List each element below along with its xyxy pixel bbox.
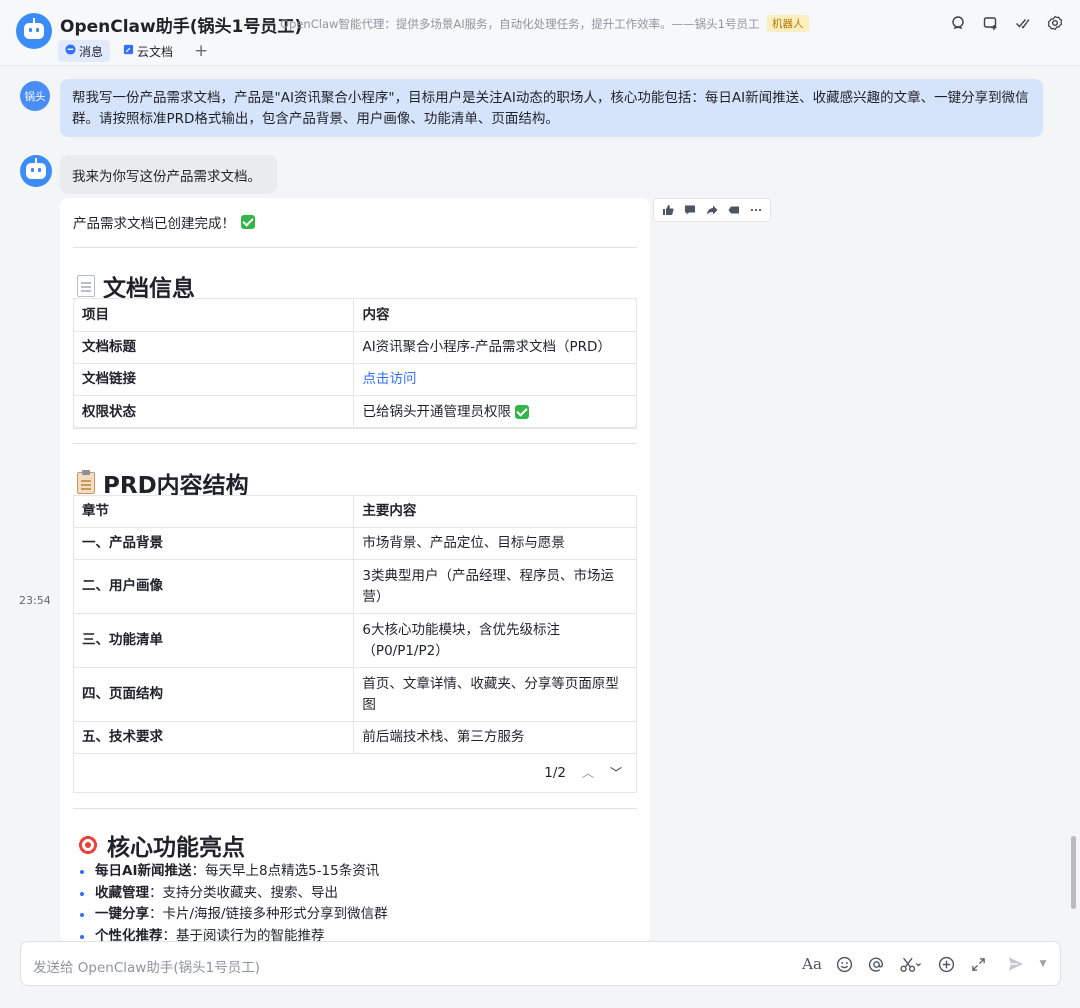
list-item: 一键分享：卡片/海报/链接多种形式分享到微信群 xyxy=(79,904,388,926)
table-cell-key: 文档链接 xyxy=(72,363,355,396)
target-icon xyxy=(77,834,99,856)
chevron-down-icon[interactable]: ﹀ xyxy=(610,764,622,781)
mention-icon[interactable] xyxy=(866,954,886,974)
highlights-heading-text: 核心功能亮点 xyxy=(107,835,245,861)
thumbs-up-icon[interactable] xyxy=(660,202,676,218)
chevron-down-icon[interactable]: ▼ xyxy=(1038,954,1048,974)
check-icon xyxy=(515,404,530,419)
divider xyxy=(73,247,637,248)
doc-info-table: 项目 内容 文档标题 AI资讯聚合小程序-产品需求文档（PRD） 文档链接 点击… xyxy=(72,298,637,429)
table-pager: 1/2 ︿ ﹀ xyxy=(73,753,637,793)
done-text: 产品需求文档已创建完成！ xyxy=(73,216,235,232)
highlights-list: 每日AI新闻推送：每天早上8点精选5-15条资讯 收藏管理：支持分类收藏夹、搜索… xyxy=(79,861,388,943)
search-icon[interactable] xyxy=(950,14,968,32)
robot-icon xyxy=(26,158,46,179)
table-header-cell: 项目 xyxy=(72,298,355,332)
doc-link[interactable]: 点击访问 xyxy=(362,371,416,387)
divider xyxy=(73,443,637,444)
table-row: 三、功能清单 6大核心功能模块，含优先级标注（P0/P1/P2） xyxy=(72,613,637,668)
permission-text: 已给锅头开通管理员权限 xyxy=(362,403,511,420)
table-header-cell: 章节 xyxy=(72,495,355,528)
bot-message-bubble: 我来为你写这份产品需求文档。 xyxy=(60,155,277,194)
expand-icon[interactable] xyxy=(968,954,988,974)
page-indicator: 1/2 xyxy=(544,764,566,781)
chat-header: OpenClaw助手(锅头1号员工) OpenClaw智能代理：提供多场景AI服… xyxy=(0,0,1080,66)
tab-docs[interactable]: 云文档 xyxy=(116,40,180,62)
table-cell-value: AI资讯聚合小程序-产品需求文档（PRD） xyxy=(353,331,637,364)
table-row: 二、用户画像 3类典型用户（产品经理、程序员、市场运营） xyxy=(72,559,637,614)
tab-label: 消息 xyxy=(79,44,104,59)
table-header-row: 章节 主要内容 xyxy=(72,495,637,528)
table-cell-key: 四、页面结构 xyxy=(72,667,355,722)
doc-icon xyxy=(123,44,134,58)
scrollbar-thumb[interactable] xyxy=(1071,836,1076,909)
bot-avatar[interactable] xyxy=(16,13,52,49)
table-header-cell: 内容 xyxy=(353,298,637,332)
table-cell-key: 五、技术要求 xyxy=(72,721,355,754)
table-header-cell: 主要内容 xyxy=(353,495,637,528)
document-icon xyxy=(77,275,95,297)
table-row: 文档标题 AI资讯聚合小程序-产品需求文档（PRD） xyxy=(72,331,637,364)
table-cell-key: 一、产品背景 xyxy=(72,527,355,560)
comment-icon[interactable] xyxy=(682,202,698,218)
table-cell-value: 前后端技术栈、第三方服务 xyxy=(353,721,637,754)
table-cell-value: 3类典型用户（产品经理、程序员、市场运营） xyxy=(353,559,637,614)
list-item: 收藏管理：支持分类收藏夹、搜索、导出 xyxy=(79,883,388,905)
table-row: 四、页面结构 首页、文章详情、收藏夹、分享等页面原型图 xyxy=(72,667,637,722)
forward-icon[interactable] xyxy=(704,202,720,218)
done-line: 产品需求文档已创建完成！ xyxy=(73,212,255,232)
table-cell-value: 6大核心功能模块，含优先级标注（P0/P1/P2） xyxy=(353,613,637,668)
table-cell-value: 首页、文章详情、收藏夹、分享等页面原型图 xyxy=(353,667,637,722)
table-row: 权限状态 已给锅头开通管理员权限 xyxy=(72,395,637,429)
bot-message-avatar[interactable] xyxy=(20,155,52,187)
emoji-icon[interactable] xyxy=(834,954,854,974)
table-cell-key: 二、用户画像 xyxy=(72,559,355,614)
message-actions-bar xyxy=(653,198,771,222)
task-check-icon[interactable] xyxy=(1014,14,1032,32)
more-icon[interactable] xyxy=(748,202,764,218)
settings-icon[interactable] xyxy=(1046,14,1064,32)
send-icon[interactable] xyxy=(1006,954,1026,974)
scissors-icon[interactable] xyxy=(898,954,924,974)
table-row: 五、技术要求 前后端技术栈、第三方服务 xyxy=(72,721,637,754)
chat-title[interactable]: OpenClaw助手(锅头1号员工) xyxy=(60,12,302,37)
add-circle-icon[interactable] xyxy=(936,954,956,974)
list-item: 每日AI新闻推送：每天早上8点精选5-15条资讯 xyxy=(79,861,388,883)
pin-icon[interactable] xyxy=(726,202,742,218)
tab-messages[interactable]: 消息 xyxy=(58,40,111,62)
message-timestamp: 23:54 xyxy=(19,594,51,607)
add-member-icon[interactable] xyxy=(982,14,1000,32)
add-tab-button[interactable]: + xyxy=(194,41,208,61)
table-cell-value: 点击访问 xyxy=(353,363,637,396)
table-header-row: 项目 内容 xyxy=(72,298,637,332)
user-avatar[interactable]: 锅头 xyxy=(20,81,50,111)
table-row: 文档链接 点击访问 xyxy=(72,363,637,396)
robot-icon xyxy=(24,18,44,39)
bot-badge: 机器人 xyxy=(767,15,809,32)
check-icon xyxy=(241,215,255,229)
table-cell-value: 已给锅头开通管理员权限 xyxy=(353,395,637,429)
message-composer[interactable]: 发送给 OpenClaw助手(锅头1号员工) Aa ▼ xyxy=(20,941,1061,986)
result-card: 产品需求文档已创建完成！ 文档信息 项目 内容 文档标题 AI资讯聚合小程序-产… xyxy=(60,198,650,943)
table-row: 一、产品背景 市场背景、产品定位、目标与愿景 xyxy=(72,527,637,560)
chat-bubble-icon xyxy=(65,44,76,58)
chat-description: OpenClaw智能代理：提供多场景AI服务，自动化处理任务，提升工作效率。——… xyxy=(280,17,760,31)
highlights-heading: 核心功能亮点 xyxy=(77,828,245,862)
prd-table: 章节 主要内容 一、产品背景 市场背景、产品定位、目标与愿景 二、用户画像 3类… xyxy=(72,495,637,754)
chevron-up-icon[interactable]: ︿ xyxy=(582,764,594,781)
text-format-icon[interactable]: Aa xyxy=(802,954,822,974)
composer-placeholder[interactable]: 发送给 OpenClaw助手(锅头1号员工) xyxy=(33,956,260,976)
tab-label: 云文档 xyxy=(137,44,174,59)
table-cell-key: 权限状态 xyxy=(72,395,355,429)
user-message-bubble: 帮我写一份产品需求文档，产品是"AI资讯聚合小程序"，目标用户是关注AI动态的职… xyxy=(60,79,1043,137)
table-cell-value: 市场背景、产品定位、目标与愿景 xyxy=(353,527,637,560)
table-cell-key: 三、功能清单 xyxy=(72,613,355,668)
table-cell-key: 文档标题 xyxy=(72,331,355,364)
clipboard-icon xyxy=(77,470,95,494)
divider xyxy=(73,808,637,809)
